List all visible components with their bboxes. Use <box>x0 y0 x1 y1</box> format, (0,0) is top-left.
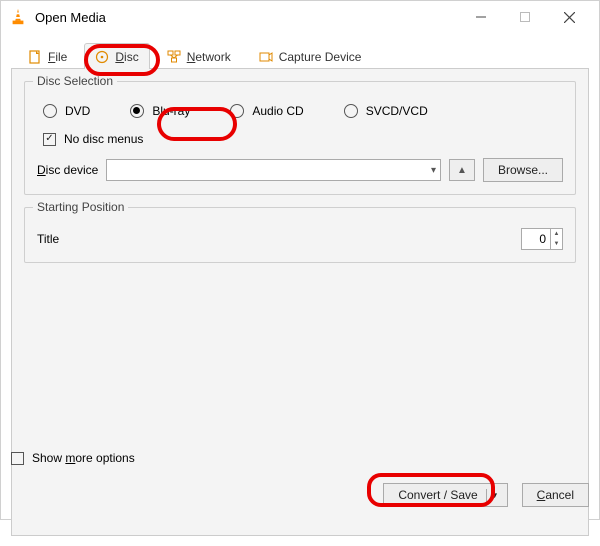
checkbox-show-more-options[interactable]: Show more options <box>11 451 589 465</box>
maximize-button[interactable] <box>503 2 547 32</box>
browse-button[interactable]: Browse... <box>483 158 563 182</box>
file-icon <box>28 50 42 64</box>
window-title: Open Media <box>35 10 106 25</box>
tab-disc[interactable]: Disc <box>84 43 149 69</box>
tab-network-label: etwork <box>195 50 230 64</box>
checkbox-icon: ✓ <box>43 133 56 146</box>
radio-dot-icon <box>43 104 57 118</box>
spin-down-icon[interactable]: ▼ <box>551 239 562 249</box>
eject-button[interactable]: ▲ <box>449 159 475 181</box>
tab-disc-label: isc <box>124 50 139 64</box>
title-value: 0 <box>522 232 550 246</box>
chevron-down-icon: ▾ <box>431 165 436 176</box>
vlc-icon <box>9 8 27 26</box>
titlebar: Open Media <box>1 1 599 33</box>
radio-dot-icon <box>230 104 244 118</box>
group-starting-position-legend: Starting Position <box>33 200 128 214</box>
radio-dot-icon <box>130 104 144 118</box>
radio-svcd-label: SVCD/VCD <box>366 104 428 118</box>
checkbox-no-disc-menus[interactable]: ✓ No disc menus <box>43 132 563 146</box>
group-starting-position: Starting Position Title 0 ▲ ▼ <box>24 207 576 263</box>
radio-bluray-label: Blu-ray <box>152 104 190 118</box>
radio-dot-icon <box>344 104 358 118</box>
footer: Show more options Convert / Save ▼ Cance… <box>11 451 589 507</box>
close-button[interactable] <box>547 2 591 32</box>
radio-bluray[interactable]: Blu-ray <box>130 104 190 118</box>
checkbox-icon <box>11 452 24 465</box>
chevron-down-icon[interactable]: ▼ <box>486 489 503 502</box>
tabs: File Disc Network Capture Device <box>11 39 589 69</box>
disc-device-combo[interactable]: ▾ <box>106 159 441 181</box>
tab-network[interactable]: Network <box>156 43 242 69</box>
network-icon <box>167 50 181 64</box>
radio-audiocd[interactable]: Audio CD <box>230 104 303 118</box>
spin-up-icon[interactable]: ▲ <box>551 229 562 239</box>
disc-device-label: Disc device <box>37 163 98 177</box>
title-spinner[interactable]: 0 ▲ ▼ <box>521 228 563 250</box>
radio-dvd-label: DVD <box>65 104 90 118</box>
radio-dvd[interactable]: DVD <box>43 104 90 118</box>
title-label: Title <box>37 232 59 246</box>
radio-audiocd-label: Audio CD <box>252 104 303 118</box>
tab-file[interactable]: File <box>17 43 78 69</box>
tab-capture[interactable]: Capture Device <box>248 43 373 69</box>
group-disc-selection-legend: Disc Selection <box>33 74 117 88</box>
group-disc-selection: Disc Selection DVD Blu-ray Audio CD SVCD… <box>24 81 576 195</box>
tab-file-label: ile <box>55 50 67 64</box>
tab-capture-label: Capture Device <box>279 50 362 64</box>
cancel-button[interactable]: Cancel <box>522 483 589 507</box>
convert-save-button[interactable]: Convert / Save ▼ <box>383 483 507 507</box>
checkbox-no-disc-menus-label: No disc menus <box>64 132 143 146</box>
capture-icon <box>259 50 273 64</box>
convert-save-label: Convert / Save <box>398 488 477 502</box>
disc-icon <box>95 50 109 64</box>
radio-svcd[interactable]: SVCD/VCD <box>344 104 428 118</box>
minimize-button[interactable] <box>459 2 503 32</box>
tab-disc-key: D <box>115 50 124 64</box>
